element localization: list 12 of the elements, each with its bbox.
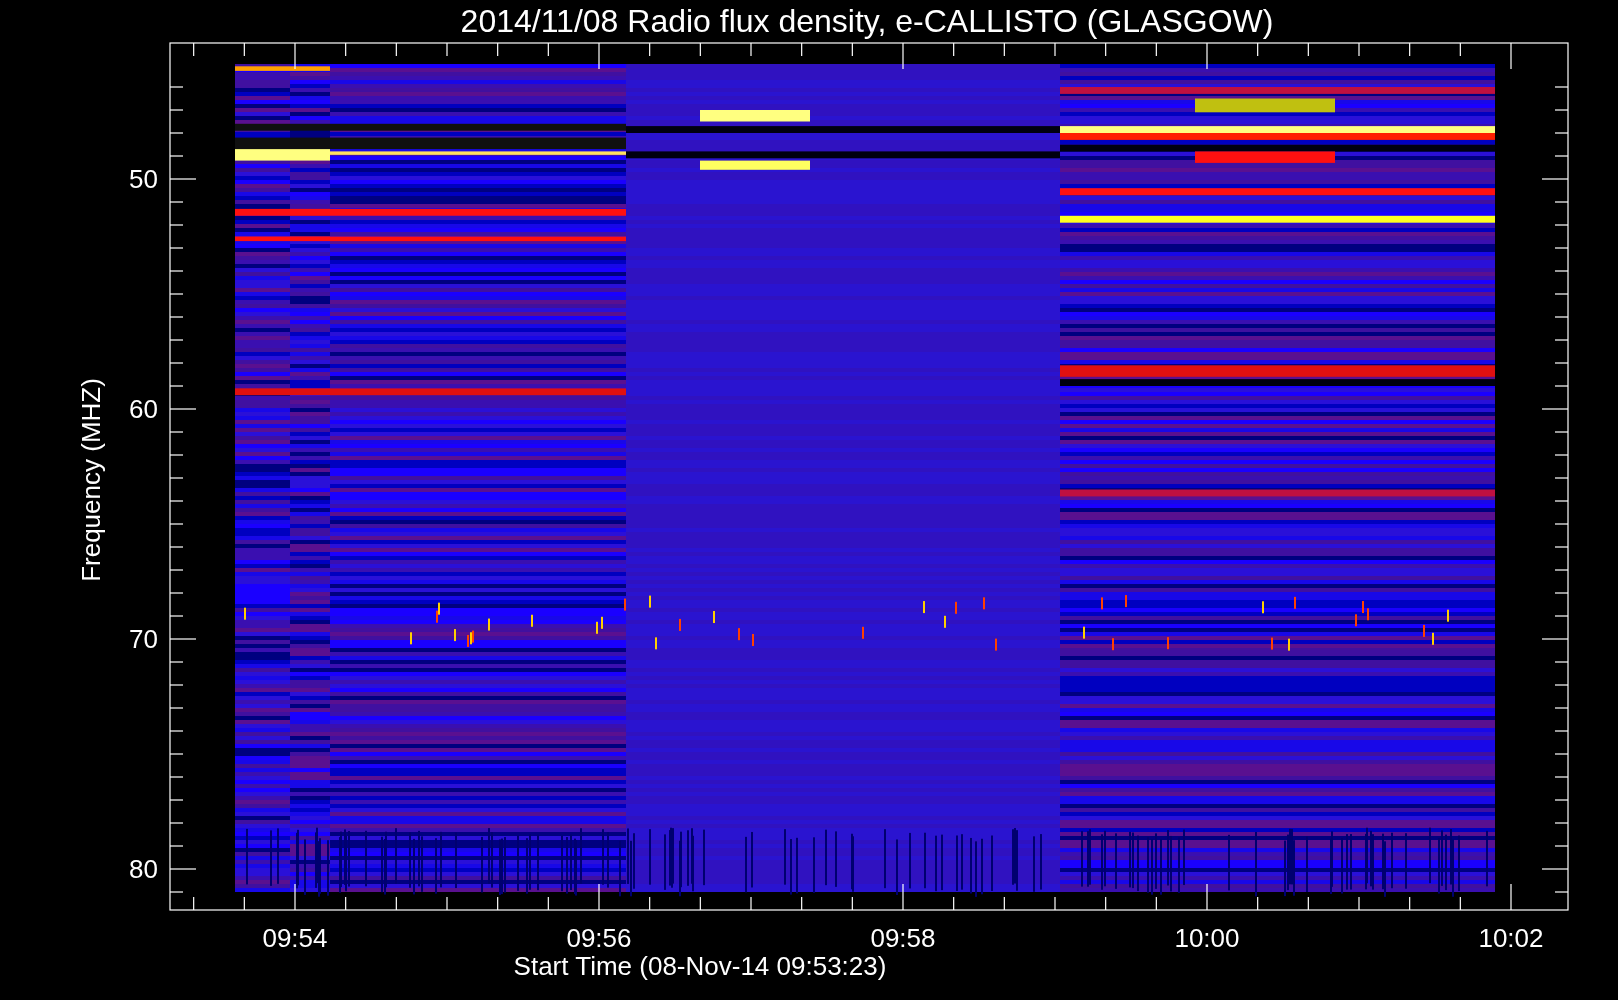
tick-label: 50 (129, 164, 158, 194)
chart-title: 2014/11/08 Radio flux density, e-CALLISTO (GLASGOW) (460, 3, 1274, 39)
tick-label: 09:58 (870, 923, 936, 953)
axis-label: Start Time (08-Nov-14 09:53:23) (513, 951, 887, 981)
tick-label: 10:00 (1174, 923, 1240, 953)
tick-label: 09:56 (566, 923, 632, 953)
tick-label: 70 (129, 624, 158, 654)
tick-label: 10:02 (1478, 923, 1544, 953)
tick-label: 80 (129, 854, 158, 884)
tick-label: 60 (129, 394, 158, 424)
axis-label: Frequency (MHZ) (76, 378, 106, 582)
tick-label: 09:54 (262, 923, 328, 953)
